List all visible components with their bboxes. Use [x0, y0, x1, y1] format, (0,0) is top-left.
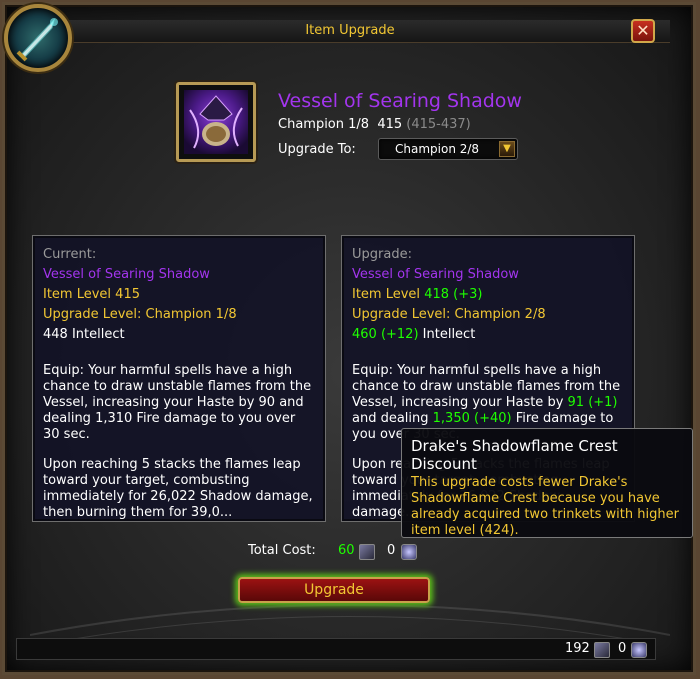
upgrade-stat-value: 460 (+12)	[352, 327, 419, 342]
total-cost-label: Total Cost:	[248, 543, 316, 558]
drake-crest-icon[interactable]	[359, 544, 375, 560]
current-upgrade-level: Upgrade Level: Champion 1/8	[43, 307, 237, 322]
item-ilvl: 415	[377, 117, 403, 132]
upgrade-item-level-value: 418 (+3)	[424, 287, 483, 302]
item-icon-frame[interactable]	[176, 82, 256, 162]
current-equip-text: Equip: Your harmful spells have a high c…	[43, 363, 312, 442]
current-item-name: Vessel of Searing Shadow	[43, 267, 210, 282]
upgrade-equip-b: and dealing	[352, 411, 433, 426]
upgrade-to-label: Upgrade To:	[278, 142, 356, 157]
current-header: Current:	[43, 247, 97, 262]
item-track-level: Champion 1/8 415 (415-437)	[278, 117, 471, 132]
window-title: Item Upgrade	[305, 23, 395, 38]
close-button[interactable]: ✕	[631, 19, 655, 43]
portrait-dagger-icon	[4, 4, 72, 72]
current-item-level: Item Level 415	[43, 287, 140, 302]
upgrade-upgrade-level: Upgrade Level: Champion 2/8	[352, 307, 546, 322]
crest-currency-icon[interactable]	[594, 642, 610, 658]
current-stacks-text: Upon reaching 5 stacks the flames leap t…	[43, 457, 313, 520]
current-stat: 448 Intellect	[43, 327, 125, 342]
shadow-cost: 0	[387, 543, 396, 558]
dropdown-arrow-icon[interactable]: ▼	[499, 141, 515, 157]
flightstone-currency-icon[interactable]	[631, 642, 647, 658]
upgrade-item-name: Vessel of Searing Shadow	[352, 267, 519, 282]
upgrade-stat-suffix: Intellect	[418, 327, 476, 342]
upgrade-fire-value: 1,350 (+40)	[432, 411, 512, 426]
tooltip-title: Drake's Shadowflame Crest Discount	[411, 437, 618, 473]
upgrade-button[interactable]: Upgrade	[238, 577, 430, 603]
crest-discount-tooltip: Drake's Shadowflame Crest Discount This …	[401, 428, 693, 538]
item-name: Vessel of Searing Shadow	[278, 90, 522, 112]
item-track: Champion 1/8	[278, 117, 370, 132]
flightstones-count: 0	[618, 641, 627, 656]
current-panel: Current: Vessel of Searing Shadow Item L…	[32, 235, 326, 522]
upgrade-to-value: Champion 2/8	[395, 142, 480, 156]
upgrade-header: Upgrade:	[352, 247, 412, 262]
crests-count: 192	[565, 641, 590, 656]
upgrade-haste-value: 91 (+1)	[567, 395, 618, 410]
shadowflame-crest-icon[interactable]	[401, 544, 417, 560]
vessel-icon	[184, 90, 248, 154]
upgrade-to-dropdown[interactable]: Champion 2/8 ▼	[378, 138, 518, 160]
tooltip-text: This upgrade costs fewer Drake's Shadowf…	[411, 475, 679, 538]
upgrade-item-level-prefix: Item Level	[352, 287, 425, 302]
item-ilvl-range: (415-437)	[406, 117, 471, 132]
currency-bar: 192 0	[16, 638, 656, 660]
crest-cost: 60	[338, 543, 355, 558]
